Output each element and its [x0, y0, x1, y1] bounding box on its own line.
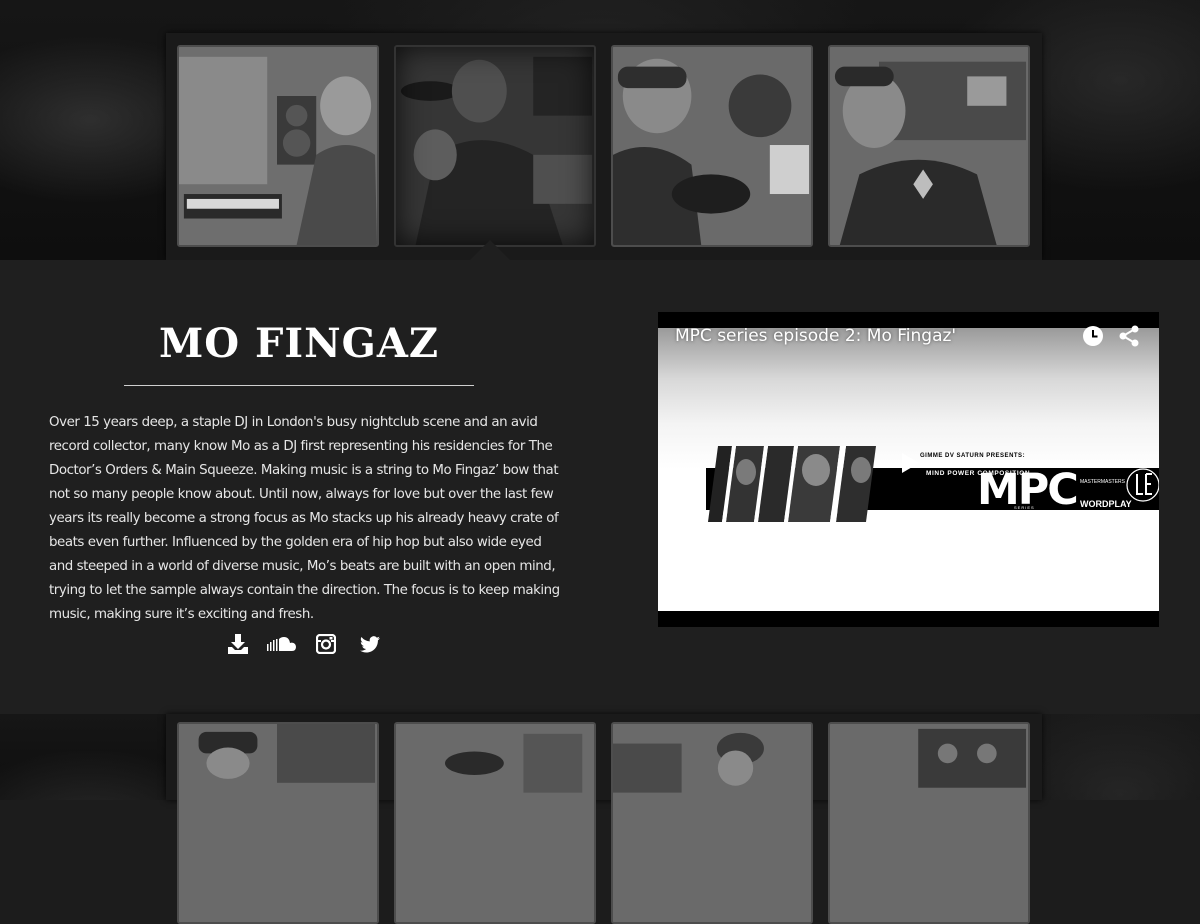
- download-link[interactable]: [216, 632, 260, 656]
- instagram-link[interactable]: [304, 632, 348, 656]
- share-button[interactable]: [1118, 325, 1140, 352]
- thumbnail-photo: [613, 47, 811, 245]
- banner-partner-2: WORDPLAY: [1080, 499, 1132, 509]
- play-icon: [902, 453, 919, 473]
- soundcloud-icon: [267, 637, 296, 651]
- banner-badge: [1126, 468, 1159, 502]
- gallery-thumbnail-8[interactable]: [828, 722, 1030, 924]
- twitter-icon: [360, 635, 380, 652]
- download-icon: [228, 634, 248, 654]
- thumbnail-photo: [613, 724, 811, 922]
- thumbnail-photo: [396, 47, 594, 245]
- artist-name: MO FINGAZ: [158, 320, 440, 367]
- gallery-strip-bottom: [166, 714, 1042, 924]
- gallery-thumbnail-7[interactable]: [611, 722, 813, 924]
- thumbnail-photo: [830, 724, 1028, 922]
- gallery-thumbnail-4[interactable]: [828, 45, 1030, 247]
- banner-partner-1: MASTERMASTERS: [1080, 479, 1126, 485]
- video-title: MPC series episode 2: Mo Fingaz': [675, 326, 957, 346]
- active-item-pointer: [470, 240, 510, 260]
- watch-later-button[interactable]: [1082, 325, 1104, 352]
- gallery-strip-top: [166, 33, 1042, 260]
- artist-bio: Over 15 years deep, a staple DJ in Londo…: [49, 415, 560, 622]
- gallery-thumbnail-5[interactable]: [177, 722, 379, 924]
- thumbnail-photo: [179, 47, 377, 245]
- play-button[interactable]: [891, 446, 929, 480]
- gallery-thumbnail-2[interactable]: [394, 45, 596, 247]
- instagram-icon: [316, 634, 336, 654]
- banner-photo-strip: [708, 446, 876, 522]
- soundcloud-link[interactable]: [260, 632, 304, 656]
- twitter-link[interactable]: [348, 632, 392, 656]
- thumbnail-photo: [396, 724, 594, 922]
- gallery-thumbnail-6[interactable]: [394, 722, 596, 924]
- clock-icon: [1083, 326, 1103, 346]
- gallery-thumbnail-3[interactable]: [611, 45, 813, 247]
- banner-presents: GIMME DV SATURN PRESENTS:: [920, 453, 1026, 459]
- artist-detail-panel: MO FINGAZ Over 15 years deep, a staple D…: [0, 260, 1200, 714]
- mpc-banner: GIMME DV SATURN PRESENTS: MIND POWER COM…: [706, 442, 1159, 528]
- title-divider: [124, 385, 474, 386]
- gallery-thumbnail-1[interactable]: [177, 45, 379, 247]
- share-icon: [1119, 325, 1139, 347]
- banner-series: SERIES: [1014, 505, 1035, 510]
- social-links: [216, 632, 392, 656]
- thumbnail-photo: [179, 724, 377, 922]
- video-player[interactable]: GIMME DV SATURN PRESENTS: MIND POWER COM…: [658, 312, 1159, 627]
- thumbnail-photo: [830, 47, 1028, 245]
